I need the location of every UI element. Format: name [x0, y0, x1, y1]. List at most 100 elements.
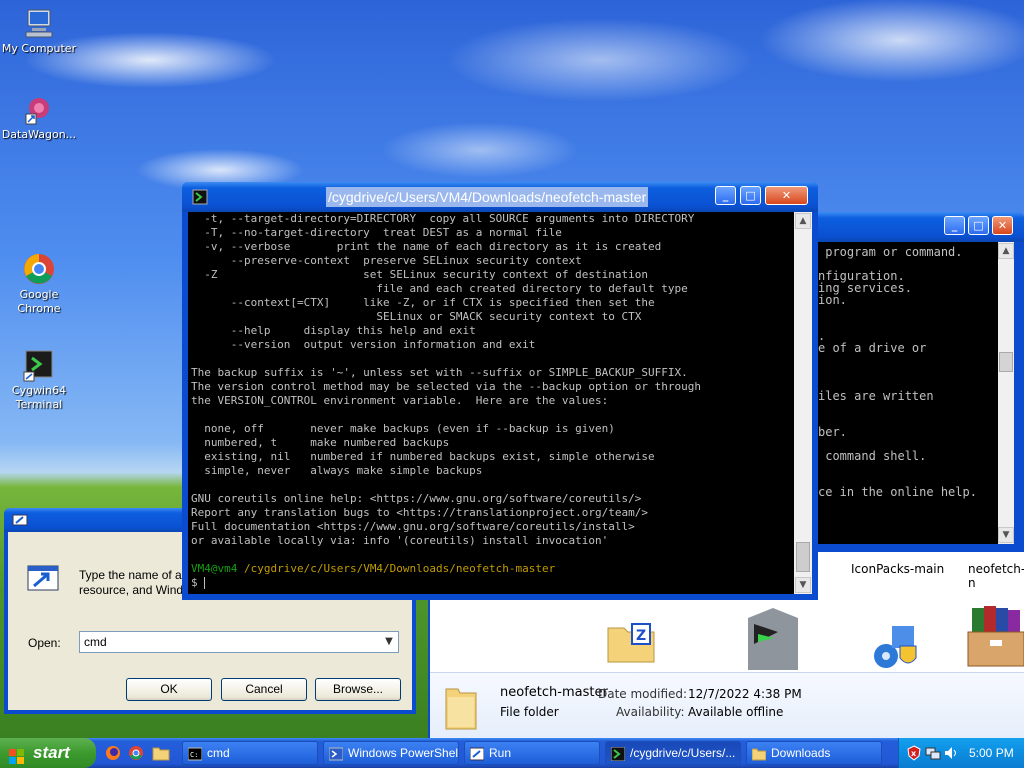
details-availability-key: Availability:	[616, 705, 685, 719]
desktop-icon-label: DataWagon...	[1, 128, 77, 141]
start-button[interactable]: start	[0, 738, 96, 768]
taskbar-item-cygwin[interactable]: /cygdrive/c/Users/...	[605, 741, 741, 765]
scroll-thumb[interactable]	[999, 352, 1013, 372]
details-type: File folder	[500, 705, 559, 719]
scroll-up-arrow-icon[interactable]: ▲	[998, 243, 1014, 259]
desktop-icon-cygwin64-terminal[interactable]: Cygwin64 Terminal	[0, 348, 78, 412]
prompt-path: /cygdrive/c/Users/VM4/Downloads/neofetch…	[243, 562, 556, 575]
desktop-icon-google-chrome[interactable]: Google Chrome	[0, 252, 78, 316]
scroll-up-arrow-icon[interactable]: ▲	[795, 213, 811, 229]
scroll-thumb[interactable]	[796, 542, 810, 572]
folder-icons-row: Z	[590, 600, 1024, 670]
terminal-line: SELinux or SMACK security context to CTX	[191, 310, 642, 323]
setup-shield-icon[interactable]	[872, 622, 922, 673]
archive-books-icon[interactable]	[966, 600, 1024, 673]
close-button[interactable]: ✕	[992, 216, 1013, 235]
scroll-down-arrow-icon[interactable]: ▼	[795, 577, 811, 593]
minimize-button[interactable]: _	[715, 186, 736, 205]
zip-folder-icon[interactable]: Z	[606, 620, 658, 669]
terminal-line: or available locally via: info '(coreuti…	[191, 534, 609, 547]
close-button[interactable]: ✕	[765, 186, 808, 205]
run-title-icon	[12, 514, 28, 529]
terminal-line: --version output version information and…	[191, 338, 536, 351]
terminal-line: Report any translation bugs to <https://…	[191, 506, 648, 519]
browse-button[interactable]: Browse...	[315, 678, 401, 701]
cygwin-title-bar[interactable]: /cygdrive/c/Users/VM4/Downloads/neofetch…	[182, 182, 818, 212]
folder-quicklaunch-icon[interactable]	[152, 745, 170, 764]
taskbar-item-label: Run	[489, 746, 512, 760]
details-availability-value: Available offline	[688, 705, 784, 719]
terminal-lines: -t, --target-directory=DIRECTORY copy al…	[191, 212, 794, 562]
cmd-scrollbar[interactable]: ▲ ▼	[998, 242, 1014, 544]
taskbar-item-cmd[interactable]: C: cmd	[182, 741, 318, 765]
folder-item-label[interactable]: neofetch-n	[968, 562, 1024, 590]
volume-icon[interactable]	[943, 745, 959, 764]
cmd-title-bar[interactable]: _ □ ✕	[812, 212, 1024, 242]
svg-text:x: x	[911, 749, 917, 758]
terminal-line: -T, --no-target-directory treat DEST as …	[191, 226, 562, 239]
terminal-scrollbar[interactable]: ▲ ▼	[794, 212, 812, 594]
folder-item-label[interactable]: IconPacks-main	[851, 562, 944, 576]
terminal-line: GNU coreutils online help: <https://www.…	[191, 492, 642, 505]
minimize-button[interactable]: _	[944, 216, 965, 235]
chrome-quicklaunch-icon[interactable]	[128, 745, 144, 764]
prompt-symbol: $	[191, 576, 198, 589]
terminal-line: the VERSION_CONTROL environment variable…	[191, 394, 609, 407]
console-line: ce in the online help.	[818, 485, 977, 499]
taskbar-item-powershell[interactable]: Windows PowerShell	[323, 741, 459, 765]
folder-icon	[444, 683, 478, 734]
terminal-line: file and each created directory to defau…	[191, 282, 688, 295]
console-line: ion.	[818, 293, 847, 307]
windows-logo-icon	[9, 745, 25, 764]
maximize-button[interactable]: □	[740, 186, 761, 205]
powershell-icon	[328, 746, 344, 761]
cygwin-icon	[610, 746, 626, 762]
terminal-line: Full documentation <https://www.gnu.org/…	[191, 520, 635, 533]
terminal-line: --preserve-context preserve SELinux secu…	[191, 254, 582, 267]
taskbar: start C: cmd Windows PowerShell Run /cyg…	[0, 738, 1024, 768]
cmd-window[interactable]: _ □ ✕ program or command. nfiguration. ing…	[812, 212, 1024, 552]
datawagon-icon	[22, 92, 56, 126]
prompt-user: VM4@vm4	[191, 562, 238, 575]
computer-icon	[22, 6, 56, 40]
firefox-quicklaunch-icon[interactable]	[104, 745, 122, 764]
open-input[interactable]	[82, 633, 372, 651]
terminal-line: numbered, t make numbered backups	[191, 436, 450, 449]
start-label: start	[33, 743, 70, 762]
network-icon[interactable]	[925, 745, 941, 764]
folder-icon	[751, 746, 767, 761]
details-name: neofetch-master	[500, 685, 608, 700]
prompt-line: VM4@vm4 /cygdrive/c/Users/VM4/Downloads/…	[191, 562, 794, 576]
security-alert-icon[interactable]: x	[907, 745, 921, 764]
terminal-line: -v, --verbose print the name of each dir…	[191, 240, 662, 253]
cmd-console-output: program or command. nfiguration. ing servi…	[818, 242, 1008, 544]
scroll-down-arrow-icon[interactable]: ▼	[998, 527, 1014, 543]
terminal-line: The version control method may be select…	[191, 380, 701, 393]
chevron-down-icon[interactable]: ▼	[382, 634, 396, 650]
taskbar-item-label: /cygdrive/c/Users/...	[630, 746, 736, 760]
cygwin-terminal-window[interactable]: /cygdrive/c/Users/VM4/Downloads/neofetch…	[182, 182, 818, 600]
desktop-icon-my-computer[interactable]: My Computer	[0, 6, 78, 56]
input-line[interactable]: $	[191, 576, 794, 590]
cygwin-window-title: /cygdrive/c/Users/VM4/Downloads/neofetch…	[326, 187, 649, 207]
open-combobox[interactable]: ▼	[79, 631, 399, 653]
taskbar-item-run[interactable]: Run	[464, 741, 600, 765]
terminal-output[interactable]: -t, --target-directory=DIRECTORY copy al…	[188, 212, 794, 594]
maximize-button[interactable]: □	[968, 216, 989, 235]
svg-text:Z: Z	[636, 628, 646, 644]
ok-button[interactable]: OK	[126, 678, 212, 701]
cygwin-setup-icon[interactable]	[738, 604, 808, 677]
clock[interactable]: 5:00 PM	[969, 746, 1014, 760]
desktop-icon-datawagon[interactable]: DataWagon...	[0, 92, 78, 142]
terminal-line: --help display this help and exit	[191, 324, 476, 337]
cancel-button[interactable]: Cancel	[221, 678, 307, 701]
taskbar-item-label: Windows PowerShell	[348, 746, 459, 760]
taskbar-item-downloads[interactable]: Downloads	[746, 741, 882, 765]
